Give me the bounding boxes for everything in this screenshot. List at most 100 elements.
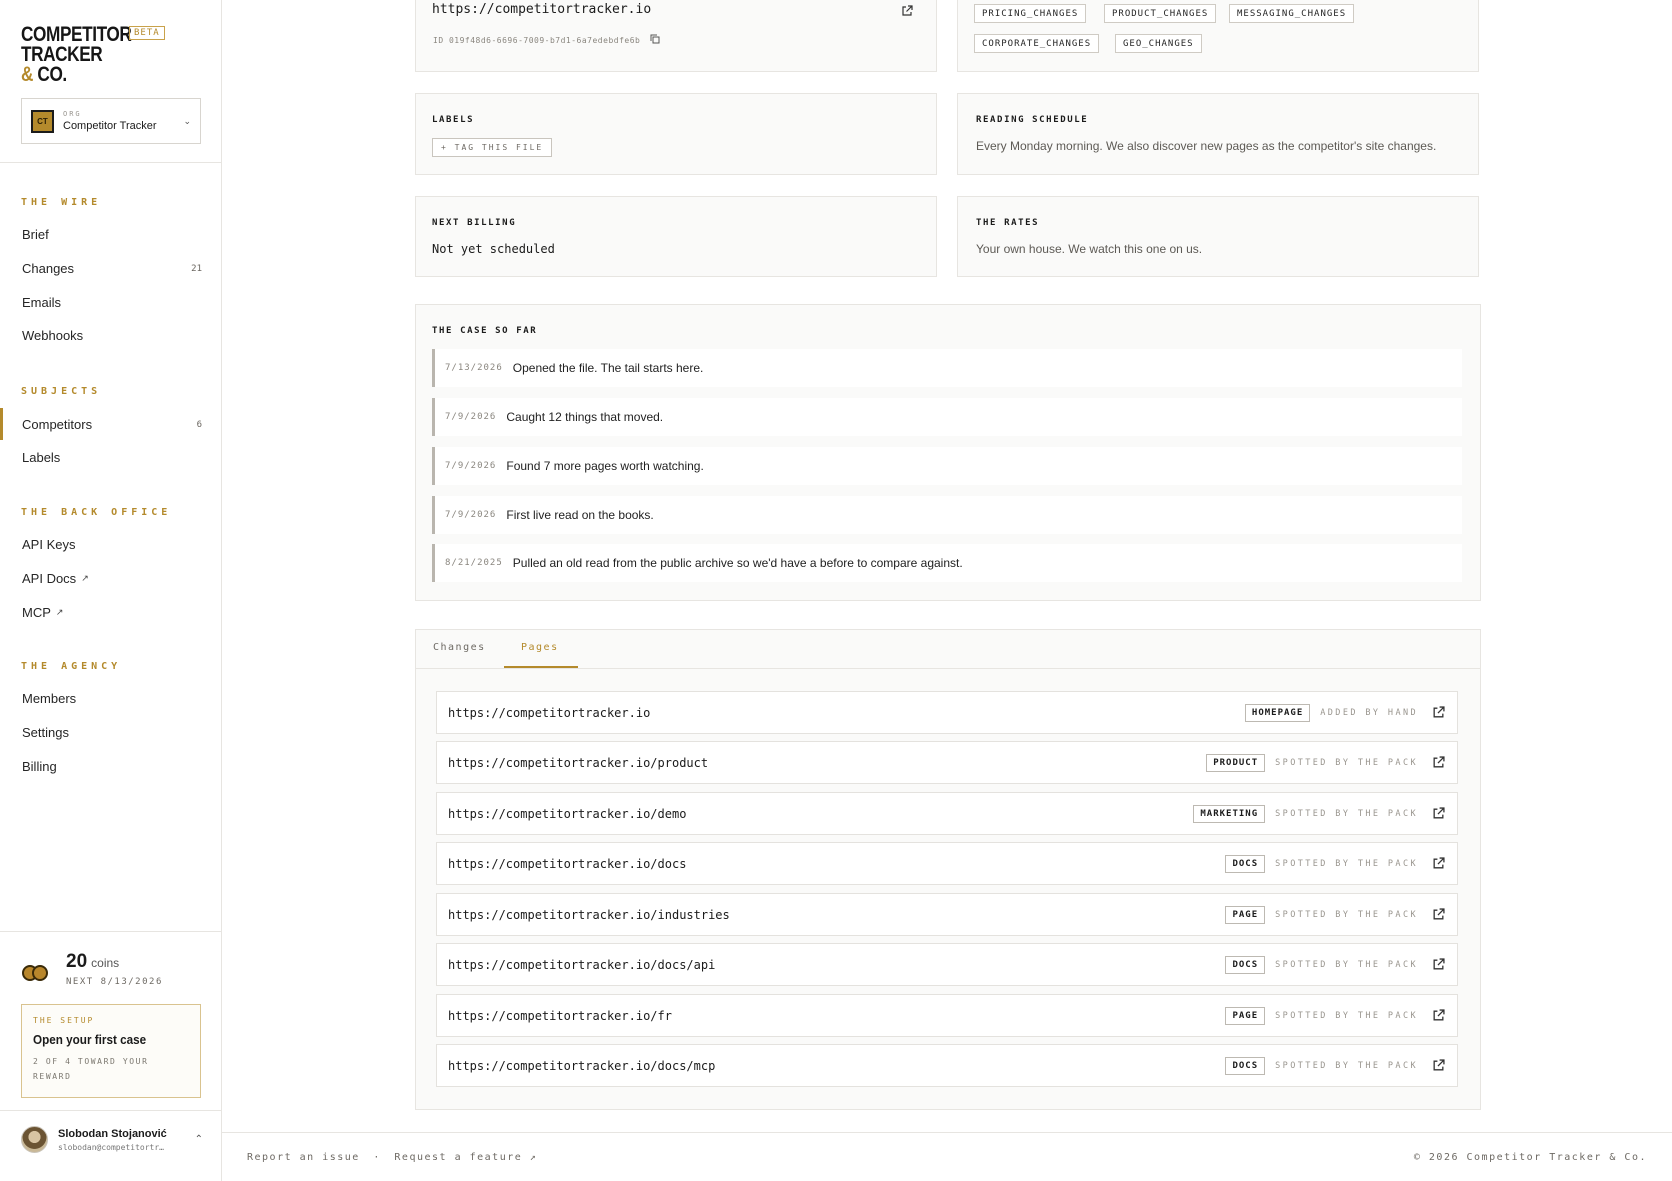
timeline-date: 7/13/2026 xyxy=(445,363,503,373)
sidebar-item-changes[interactable]: Changes 21 xyxy=(22,261,202,276)
page-source: SPOTTED BY THE PACK xyxy=(1275,858,1418,869)
page-row[interactable]: https://competitortracker.io/demo MARKETI… xyxy=(436,792,1458,835)
sidebar-item-label: Emails xyxy=(22,295,62,310)
org-text: ORG Competitor Tracker xyxy=(63,110,183,132)
reading-schedule-text: Every Monday morning. We also discover n… xyxy=(976,139,1437,153)
timeline-event: 8/21/2025 Pulled an old read from the pub… xyxy=(432,544,1462,582)
coins-icon xyxy=(22,963,51,985)
external-link-icon[interactable] xyxy=(1432,756,1445,769)
page-row[interactable]: https://competitortracker.io/product PROD… xyxy=(436,741,1458,784)
reading-schedule-title: READING SCHEDULE xyxy=(976,115,1089,125)
external-link-icon[interactable] xyxy=(1432,958,1445,971)
sidebar-item-mcp[interactable]: MCP ↗ xyxy=(22,605,202,620)
site-url[interactable]: https://competitortracker.io xyxy=(432,2,651,17)
brand-line-2: TRACKER xyxy=(21,43,103,66)
user-email: slobodan@competitortr… xyxy=(58,1142,164,1152)
page-type-badge: MARKETING xyxy=(1193,804,1266,823)
sidebar-item-label: Billing xyxy=(22,759,57,774)
sidebar-item-members[interactable]: Members xyxy=(22,691,202,706)
nav-section-back-office: THE BACK OFFICE xyxy=(21,507,172,518)
user-menu[interactable]: Slobodan Stojanović slobodan@competitort… xyxy=(21,1126,203,1153)
external-link-icon[interactable] xyxy=(1432,807,1445,820)
page-type-badge: DOCS xyxy=(1225,854,1266,873)
nav-section-the-wire: THE WIRE xyxy=(21,197,102,208)
changes-count: 21 xyxy=(191,263,202,274)
brand-co: CO. xyxy=(37,63,67,86)
timeline-date: 8/21/2025 xyxy=(445,558,503,568)
timeline-event: 7/9/2026 Found 7 more pages worth watchin… xyxy=(432,447,1462,485)
sidebar-item-label: Webhooks xyxy=(22,328,84,343)
page-url: https://competitortracker.io/docs/mcp xyxy=(448,1058,716,1073)
coins-unit: coins xyxy=(91,956,120,970)
tab-changes[interactable]: Changes xyxy=(433,642,486,653)
nav-section-the-agency: THE AGENCY xyxy=(21,661,122,672)
watch-chip: PRODUCT_CHANGES xyxy=(1104,4,1217,23)
page-source: SPOTTED BY THE PACK xyxy=(1275,1010,1418,1021)
sidebar-item-api-docs[interactable]: API Docs ↗ xyxy=(22,571,202,586)
timeline-date: 7/9/2026 xyxy=(445,412,497,422)
next-billing-title: NEXT BILLING xyxy=(432,218,517,228)
timeline-event: 7/13/2026 Opened the file. The tail start… xyxy=(432,349,1462,387)
rates-card xyxy=(957,196,1479,277)
sidebar-item-billing[interactable]: Billing xyxy=(22,759,202,774)
external-link-icon[interactable] xyxy=(1432,908,1445,921)
page-source: SPOTTED BY THE PACK xyxy=(1275,757,1418,768)
page-row[interactable]: https://competitortracker.io/industries P… xyxy=(436,893,1458,936)
external-link-icon: ↗ xyxy=(81,573,89,583)
page-url: https://competitortracker.io/industries xyxy=(448,907,730,922)
sidebar-item-label: API Keys xyxy=(22,537,76,552)
timeline-event: 7/9/2026 First live read on the books. xyxy=(432,496,1462,534)
user-name: Slobodan Stojanović xyxy=(58,1127,167,1140)
copyright: © 2026 Competitor Tracker & Co. xyxy=(1413,1152,1647,1163)
sidebar-item-api-keys[interactable]: API Keys xyxy=(22,537,202,552)
external-link-icon[interactable] xyxy=(901,5,913,17)
page-type-badge: PRODUCT xyxy=(1206,753,1266,772)
timeline-text: Opened the file. The tail starts here. xyxy=(512,361,704,375)
org-switcher[interactable]: CT ORG Competitor Tracker ⌄ xyxy=(21,98,201,144)
rates-text: Your own house. We watch this one on us. xyxy=(976,242,1203,256)
timeline-event: 7/9/2026 Caught 12 things that moved. xyxy=(432,398,1462,436)
request-feature-link[interactable]: Request a feature ↗ xyxy=(394,1152,537,1163)
page-row[interactable]: https://competitortracker.io/docs DOCS SPO… xyxy=(436,842,1458,885)
footer-links: Report an issue · Request a feature ↗ xyxy=(247,1152,537,1163)
page-row[interactable]: https://competitortracker.io/docs/api DOC… xyxy=(436,943,1458,986)
external-link-icon[interactable] xyxy=(1432,1059,1445,1072)
sidebar-item-labels[interactable]: Labels xyxy=(22,450,202,465)
page-url: https://competitortracker.io/docs/api xyxy=(448,957,716,972)
page-row[interactable]: https://competitortracker.io HOMEPAGE ADDE… xyxy=(436,691,1458,734)
tag-file-button[interactable]: + TAG THIS FILE xyxy=(432,138,553,157)
sidebar-item-emails[interactable]: Emails xyxy=(22,295,202,310)
sidebar-item-competitors[interactable]: Competitors 6 xyxy=(22,417,202,432)
coins-count: 20 xyxy=(66,951,88,972)
copy-icon[interactable] xyxy=(650,34,660,44)
timeline-title: THE CASE SO FAR xyxy=(432,326,538,336)
report-issue-link[interactable]: Report an issue xyxy=(247,1152,360,1163)
page-source: ADDED BY HAND xyxy=(1320,707,1418,718)
page-row[interactable]: https://competitortracker.io/docs/mcp DOC… xyxy=(436,1044,1458,1087)
chevron-down-icon: ⌄ xyxy=(183,115,191,126)
sidebar-item-settings[interactable]: Settings xyxy=(22,725,202,740)
page-url: https://competitortracker.io/fr xyxy=(448,1008,672,1023)
footer: Report an issue · Request a feature ↗ © … xyxy=(222,1132,1672,1181)
timeline-text: Caught 12 things that moved. xyxy=(506,410,664,424)
sidebar: COMPETITOR TRACKER & CO. BETA CT ORG Com… xyxy=(0,0,222,1181)
watch-chip: GEO_CHANGES xyxy=(1115,34,1202,53)
sidebar-item-label: MCP xyxy=(22,605,51,620)
sidebar-item-label: Changes xyxy=(22,261,75,276)
external-link-icon[interactable] xyxy=(1432,857,1445,870)
timeline-text: Found 7 more pages worth watching. xyxy=(506,459,704,473)
tab-pages[interactable]: Pages xyxy=(521,642,559,653)
external-link-icon[interactable] xyxy=(1432,706,1445,719)
tab-bar xyxy=(415,629,1481,669)
sidebar-item-webhooks[interactable]: Webhooks xyxy=(22,328,202,343)
next-billing-card xyxy=(415,196,937,277)
page-source: SPOTTED BY THE PACK xyxy=(1275,1060,1418,1071)
external-link-icon[interactable] xyxy=(1432,1009,1445,1022)
sidebar-item-brief[interactable]: Brief xyxy=(22,227,202,242)
timeline-date: 7/9/2026 xyxy=(445,461,497,471)
brand-logo[interactable]: COMPETITOR TRACKER & CO. BETA xyxy=(21,24,201,86)
page-url: https://competitortracker.io xyxy=(448,705,651,720)
page-type-badge: DOCS xyxy=(1225,955,1266,974)
page-row[interactable]: https://competitortracker.io/fr PAGE SPOTT… xyxy=(436,994,1458,1037)
setup-progress-card[interactable]: THE SETUP Open your first case 2 OF 4 TO… xyxy=(21,1004,201,1098)
